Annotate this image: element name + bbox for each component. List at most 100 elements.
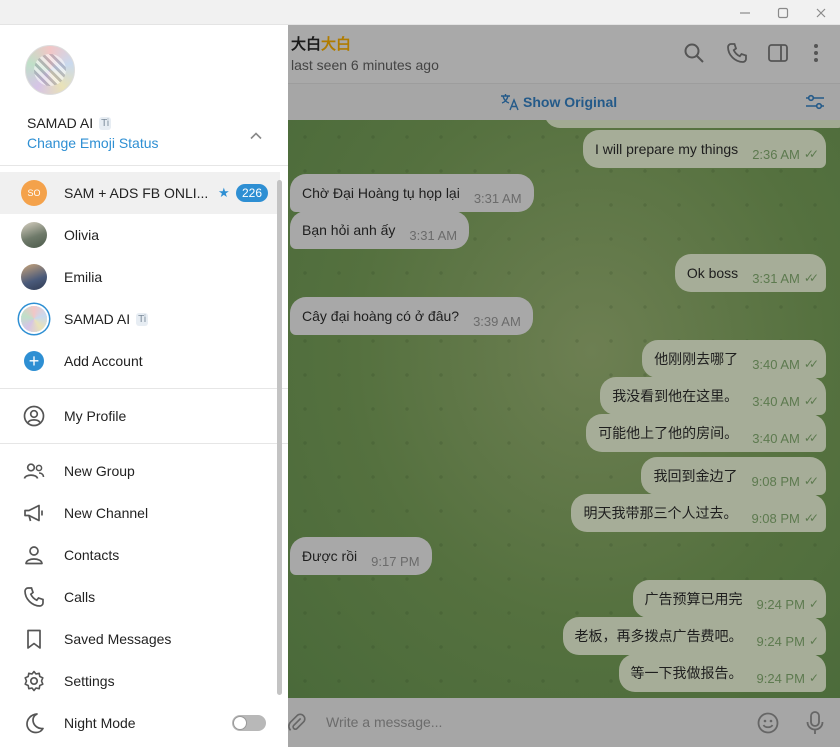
message-time: 3:31 AM — [473, 190, 522, 206]
menu-settings[interactable]: Settings — [0, 660, 280, 702]
message-bubble[interactable]: 可能他上了他的房间。 3:40 AM ✓✓ — [586, 414, 826, 452]
message-list[interactable]: I will prepare my things 2:36 AM ✓✓ Chờ … — [288, 120, 840, 698]
chevron-up-icon[interactable] — [248, 128, 264, 144]
plus-icon: + — [24, 351, 44, 371]
account-item-emilia[interactable]: Emilia — [0, 256, 280, 298]
phone-icon[interactable] — [725, 41, 749, 65]
menu-label: Settings — [64, 673, 115, 689]
close-button[interactable] — [801, 0, 840, 25]
main-menu-drawer: SAMAD AI Ti Change Emoji Status SO SAM +… — [0, 25, 288, 747]
menu-new-channel[interactable]: New Channel — [0, 492, 280, 534]
star-icon: ★ — [218, 185, 230, 200]
bookmark-icon — [27, 629, 41, 649]
message-text: I will prepare my things — [595, 141, 739, 157]
message-text: 他刚刚去哪了 — [654, 351, 739, 367]
message-time: 9:24 PM — [756, 670, 805, 686]
divider — [0, 388, 288, 389]
account-label-text: SAMAD AI — [64, 311, 131, 327]
menu-label: New Group — [64, 463, 135, 479]
message-bubble[interactable]: Cây đại hoàng có ở đâu? 3:39 AM — [290, 297, 533, 335]
change-emoji-status-link[interactable]: Change Emoji Status — [27, 135, 159, 151]
message-time: 2:36 AM — [752, 146, 800, 162]
gear-icon — [24, 670, 44, 692]
menu-saved-messages[interactable]: Saved Messages — [0, 618, 280, 660]
chat-header[interactable]: 大白大白 last seen 6 minutes ago — [288, 25, 840, 83]
profile-icon — [23, 405, 45, 427]
message-bubble[interactable]: Chờ Đại Hoàng tụ họp lại 3:31 AM — [290, 174, 534, 212]
menu-label: New Channel — [64, 505, 149, 521]
menu-night-mode[interactable]: Night Mode — [0, 702, 280, 744]
account-item-sam-ads[interactable]: SO SAM + ADS FB ONLI... ★ 226 — [0, 172, 280, 214]
add-account-button[interactable]: + Add Account — [0, 340, 280, 382]
emoji-status-icon: Ti — [99, 116, 112, 130]
account-item-samad-ai[interactable]: SAMAD AI Ti — [0, 298, 280, 340]
maximize-button[interactable] — [763, 0, 803, 25]
message-bubble[interactable]: 我没看到他在这里。 3:40 AM ✓✓ — [600, 377, 826, 415]
sidebar-toggle-icon[interactable] — [766, 41, 790, 65]
divider — [0, 443, 288, 444]
message-input[interactable]: Write a message... — [326, 714, 442, 730]
search-icon[interactable] — [682, 41, 706, 65]
message-bubble[interactable]: Được rồi 9:17 PM — [290, 537, 432, 575]
message-bubble[interactable]: 广告预算已用完 9:24 PM ✓ — [632, 580, 826, 618]
show-original-button[interactable]: Show Original — [500, 93, 617, 111]
unread-count-badge: 226 — [236, 184, 269, 202]
peer-name-text: 大白 — [291, 36, 322, 53]
account-avatar: SO — [21, 180, 47, 206]
minimize-icon — [740, 11, 750, 14]
message-bubble[interactable]: Bạn hỏi anh ấy 3:31 AM — [290, 211, 470, 249]
message-time: 3:31 AM — [409, 227, 458, 243]
profile-avatar[interactable] — [25, 45, 75, 95]
attach-icon[interactable] — [288, 712, 308, 734]
message-text: 我回到金边了 — [653, 468, 738, 484]
menu-my-profile[interactable]: My Profile — [0, 395, 280, 437]
account-item-olivia[interactable]: Olivia — [0, 214, 280, 256]
message-bubble[interactable]: I will prepare my things 2:36 AM ✓✓ — [583, 130, 826, 168]
add-account-label: Add Account — [64, 353, 143, 369]
double-check-icon: ✓✓ — [803, 431, 819, 445]
minimize-button[interactable] — [725, 0, 765, 25]
window-titlebar — [0, 0, 840, 25]
double-check-icon: ✓✓ — [803, 394, 819, 408]
message-text: 明天我带那三个人过去。 — [583, 505, 738, 521]
show-original-label: Show Original — [523, 94, 618, 110]
divider — [0, 165, 288, 166]
account-label: SAMAD AI Ti — [64, 311, 149, 327]
menu-calls[interactable]: Calls — [0, 576, 280, 618]
moon-icon — [26, 713, 44, 734]
message-time: 3:39 AM — [473, 313, 521, 329]
message-bubble[interactable]: Ok boss 3:31 AM ✓✓ — [674, 254, 826, 292]
double-check-icon: ✓✓ — [803, 147, 819, 161]
message-time: 9:17 PM — [371, 553, 420, 569]
message-time: 9:24 PM — [756, 596, 805, 612]
message-bubble[interactable]: 等一下我做报告。 9:24 PM ✓ — [618, 654, 826, 692]
menu-contacts[interactable]: Contacts — [0, 534, 280, 576]
phone-icon — [24, 587, 44, 607]
microphone-icon[interactable] — [803, 710, 827, 736]
more-options-icon[interactable] — [804, 41, 828, 65]
translate-settings-icon[interactable] — [805, 93, 825, 111]
emoji-icon[interactable] — [756, 711, 780, 735]
megaphone-icon — [24, 504, 43, 522]
double-check-icon: ✓✓ — [803, 511, 819, 525]
message-time: 3:40 AM — [752, 430, 800, 446]
message-bubble[interactable]: 老板，再多拨点广告费吧。 9:24 PM ✓ — [562, 617, 826, 655]
account-avatar — [21, 222, 47, 248]
account-label: Olivia — [64, 227, 100, 243]
message-time: 9:08 PM — [751, 510, 800, 526]
message-bubble[interactable]: 明天我带那三个人过去。 9:08 PM ✓✓ — [571, 494, 826, 532]
message-text: 老板，再多拨点广告费吧。 — [574, 628, 743, 644]
message-time: 9:24 PM — [756, 633, 805, 649]
message-bubble[interactable]: 他刚刚去哪了 3:40 AM ✓✓ — [642, 340, 826, 378]
message-composer: Write a message... — [288, 698, 840, 747]
message-bubble[interactable]: 我回到金边了 9:08 PM ✓✓ — [641, 457, 826, 495]
account-avatar — [21, 306, 47, 332]
message-text: Ok boss — [686, 265, 739, 281]
message-text: 可能他上了他的房间。 — [598, 425, 739, 441]
single-check-icon: ✓ — [808, 634, 819, 648]
close-icon — [816, 8, 826, 17]
message-text: 等一下我做报告。 — [630, 665, 743, 681]
night-mode-toggle[interactable] — [232, 715, 266, 731]
drawer-scrollbar[interactable] — [277, 180, 282, 695]
menu-new-group[interactable]: New Group — [0, 450, 280, 492]
